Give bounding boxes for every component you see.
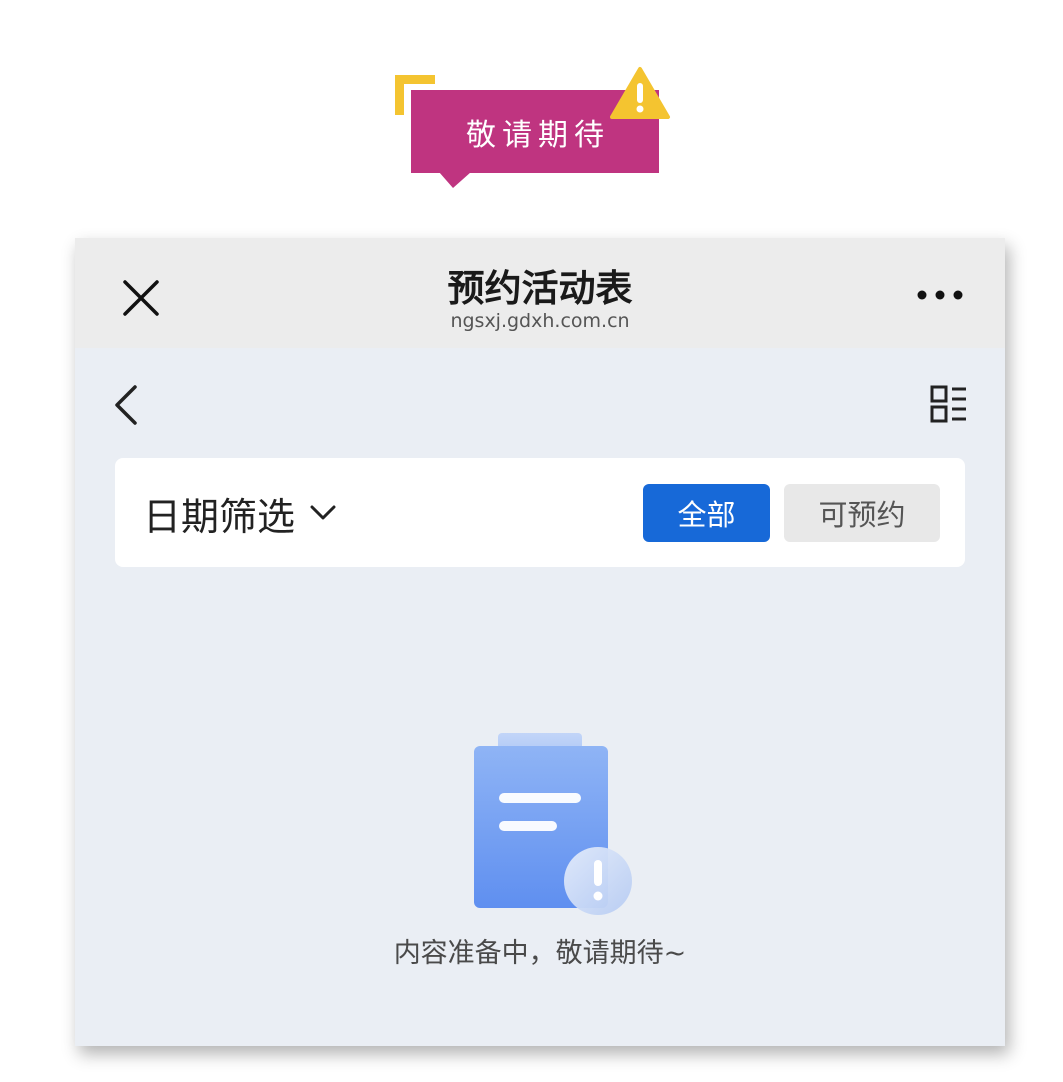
banner-text: 敬请期待 [466,117,610,153]
date-filter-dropdown[interactable]: 日期筛选 [143,485,337,541]
empty-state-message: 内容准备中，敬请期待~ [393,938,687,969]
more-horizontal-icon[interactable] [915,288,965,302]
page-domain: ngsxj.gdxh.com.cn [450,310,630,332]
banner-corner-accent-vertical [395,75,404,115]
coming-soon-banner: 敬请期待 [395,66,680,196]
page-title: 预约活动表 [447,267,633,310]
title-bar: 预约活动表 ngsxj.gdxh.com.cn [75,238,1005,348]
chevron-down-icon [310,505,336,520]
tab-bookable[interactable]: 可预约 [784,484,940,542]
banner-speech-tail [439,172,471,188]
grid-list-icon[interactable] [929,384,969,424]
date-filter-label: 日期筛选 [143,494,296,539]
phone-screen: 预约活动表 ngsxj.gdxh.com.cn 日期筛选 全部 可预约 内容准备… [75,238,1005,1046]
warning-triangle-icon [610,67,670,119]
chevron-left-icon[interactable] [111,383,141,427]
clipboard-warning-icon [474,733,632,915]
filter-bar: 日期筛选 全部 可预约 [115,458,965,567]
navigation-row [75,348,1005,458]
tab-all[interactable]: 全部 [643,484,770,542]
